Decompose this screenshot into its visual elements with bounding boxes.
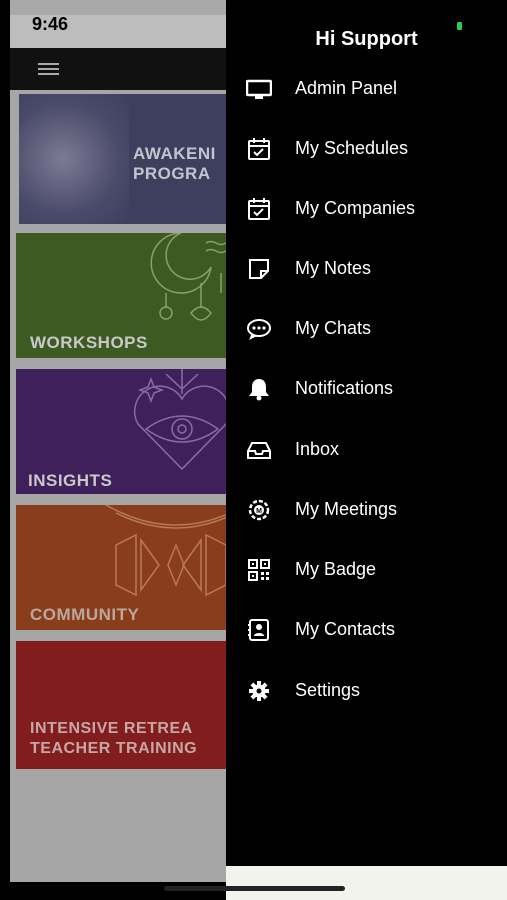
menu-item-label: My Notes bbox=[295, 258, 372, 278]
svg-text:M: M bbox=[256, 508, 262, 515]
card-awakening-program[interactable]: AWAKENI PROGRA bbox=[19, 94, 233, 224]
menu-item-my-contacts[interactable]: My Contacts bbox=[226, 610, 507, 650]
card-insights[interactable]: INSIGHTS bbox=[16, 369, 230, 494]
card-label: AWAKENI PROGRA bbox=[133, 144, 216, 183]
drawer-footer bbox=[226, 866, 507, 900]
menu-item-label: My Badge bbox=[295, 559, 377, 579]
battery-indicator-icon bbox=[457, 22, 462, 30]
status-time: 9:46 bbox=[32, 14, 69, 34]
menu-item-label: My Schedules bbox=[295, 138, 409, 158]
note-icon bbox=[249, 259, 269, 279]
menu-item-settings[interactable]: Settings bbox=[226, 671, 507, 711]
card-label: COMMUNITY bbox=[30, 605, 140, 624]
inbox-tray-icon bbox=[247, 442, 271, 459]
calendar-check-icon bbox=[248, 198, 270, 220]
menu-item-label: Settings bbox=[295, 680, 361, 700]
card-label: INTENSIVE RETREA TEACHER TRAINING bbox=[30, 720, 198, 757]
menu-item-notifications[interactable]: Notifications bbox=[226, 369, 507, 409]
calendar-check-icon bbox=[248, 138, 270, 160]
menu-item-my-badge[interactable]: My Badge bbox=[226, 550, 507, 590]
home-indicator[interactable] bbox=[164, 886, 345, 891]
meetings-icon: M bbox=[248, 499, 270, 521]
menu-item-label: Inbox bbox=[295, 439, 340, 459]
chat-bubble-icon bbox=[247, 319, 271, 341]
menu-item-my-chats[interactable]: My Chats bbox=[226, 309, 507, 349]
card-label: WORKSHOPS bbox=[30, 333, 148, 352]
menu-item-label: My Meetings bbox=[295, 499, 398, 519]
monitor-icon bbox=[246, 79, 272, 99]
screen: 9:46 AWAKENI PROGRA WORKSHOPS INSIGHTS C… bbox=[0, 0, 507, 900]
menu-item-my-notes[interactable]: My Notes bbox=[226, 249, 507, 289]
bottom-strip bbox=[0, 882, 226, 900]
menu-item-inbox[interactable]: Inbox bbox=[226, 430, 507, 470]
contact-card-icon bbox=[248, 619, 269, 641]
card-community[interactable]: COMMUNITY bbox=[16, 505, 230, 630]
qr-code-icon bbox=[248, 559, 270, 581]
menu-item-label: My Chats bbox=[295, 318, 372, 338]
menu-item-label: Notifications bbox=[295, 378, 394, 398]
menu-item-admin-panel[interactable]: Admin Panel bbox=[226, 69, 507, 109]
menu-item-label: My Contacts bbox=[295, 619, 396, 639]
card-photo bbox=[19, 94, 129, 224]
menu-item-my-companies[interactable]: My Companies bbox=[226, 189, 507, 229]
menu-item-my-schedules[interactable]: My Schedules bbox=[226, 129, 507, 169]
menu-item-my-meetings[interactable]: M My Meetings bbox=[226, 490, 507, 530]
card-label: INSIGHTS bbox=[28, 471, 113, 490]
card-intensive-retreat[interactable]: INTENSIVE RETREA TEACHER TRAINING bbox=[16, 641, 230, 769]
card-workshops[interactable]: WORKSHOPS bbox=[16, 233, 230, 358]
gear-icon bbox=[249, 681, 269, 701]
menu-item-label: Admin Panel bbox=[295, 78, 398, 98]
hamburger-menu-icon[interactable] bbox=[38, 63, 59, 76]
bell-icon bbox=[249, 379, 269, 401]
menu-item-label: My Companies bbox=[295, 198, 416, 218]
drawer-greeting: Hi Support bbox=[315, 28, 418, 50]
